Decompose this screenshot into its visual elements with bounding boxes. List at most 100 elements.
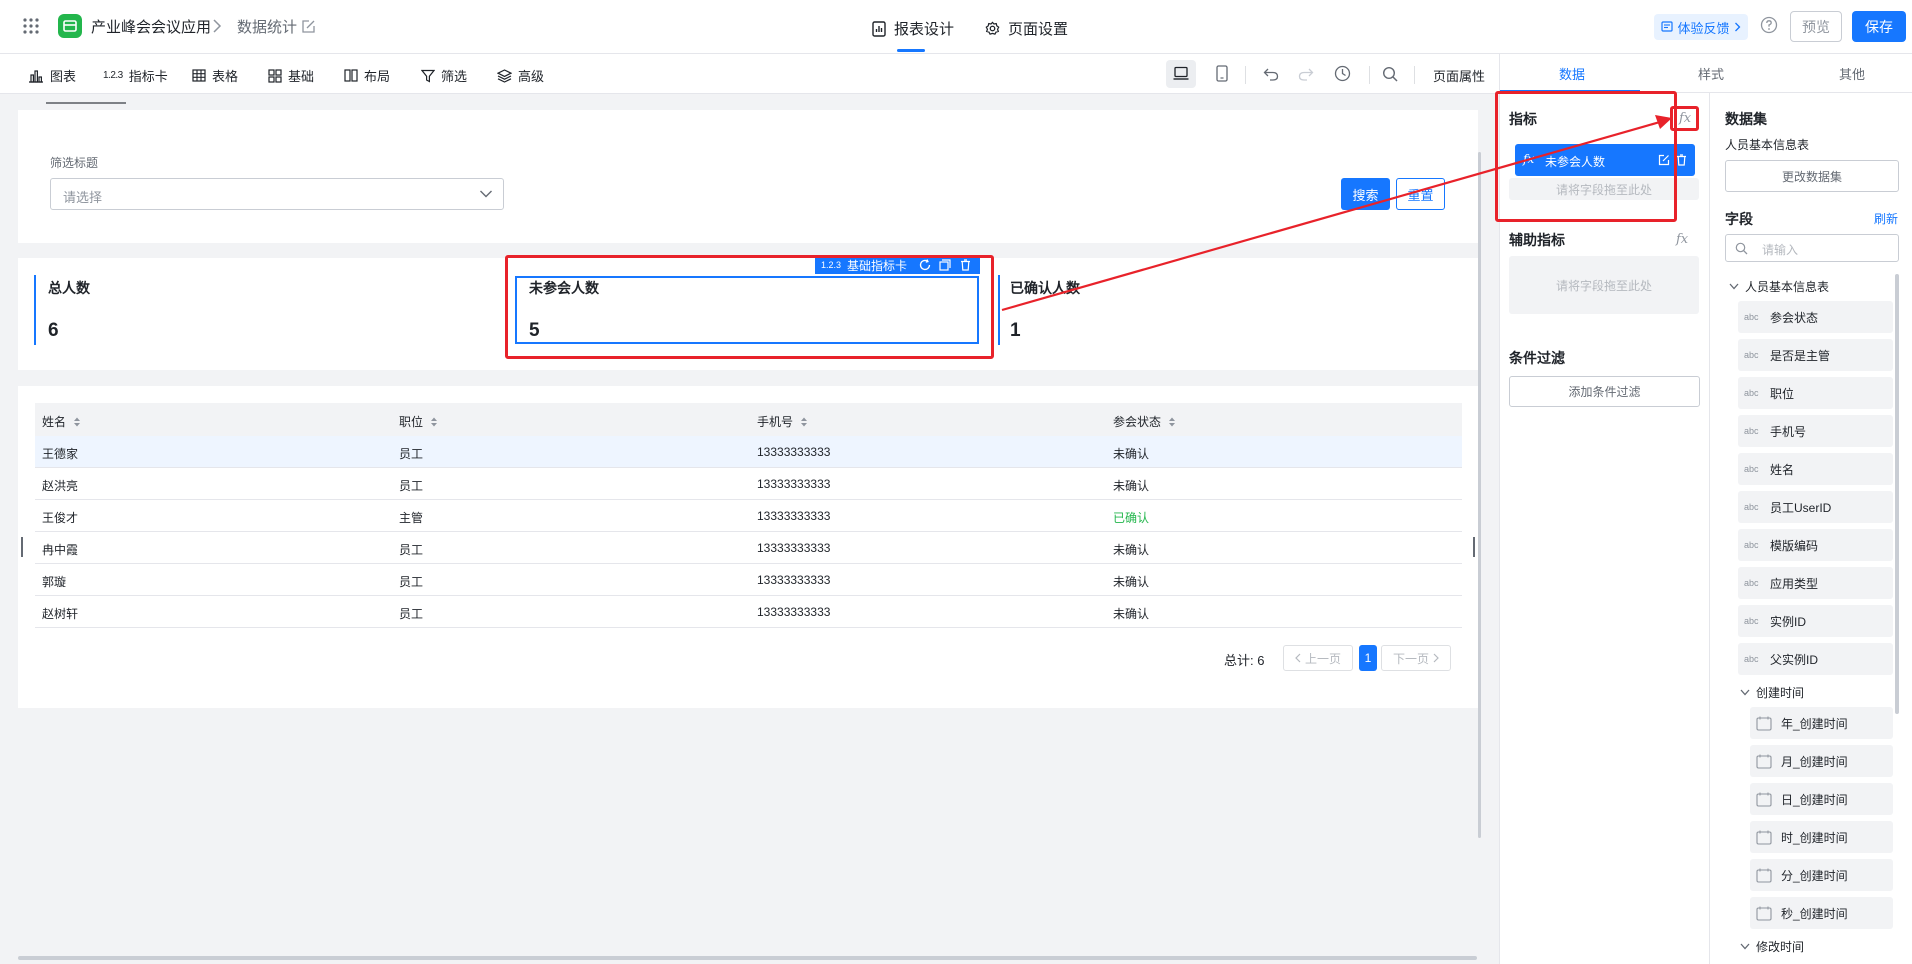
preview-button[interactable]: 预览: [1790, 11, 1842, 42]
redo-icon[interactable]: [1298, 67, 1314, 81]
prev-page-label: 上一页: [1304, 651, 1341, 666]
undo-icon[interactable]: [1263, 67, 1279, 81]
toolbar-divider: [1369, 66, 1370, 84]
apps-grid-icon[interactable]: [22, 17, 40, 35]
page-number-current[interactable]: 1: [1359, 645, 1377, 671]
created-time-group[interactable]: 创建时间: [1740, 684, 1804, 701]
sort-icon[interactable]: [430, 416, 438, 428]
history-icon[interactable]: [1334, 65, 1351, 82]
page-name[interactable]: 数据统计: [237, 16, 297, 37]
filter-card[interactable]: [18, 110, 1478, 243]
save-button[interactable]: 保存: [1852, 11, 1906, 42]
field-item[interactable]: abc 员工UserID: [1738, 491, 1893, 523]
date-field-label: 时_创建时间: [1781, 830, 1848, 845]
table-row[interactable]: 赵树轩 员工 13333333333 未确认: [35, 596, 1462, 628]
toolbar-filter[interactable]: 筛选: [421, 66, 467, 85]
column-header-status[interactable]: 参会状态: [1113, 413, 1176, 430]
tree-root-label: 人员基本信息表: [1745, 280, 1830, 294]
aux-metric-drop-zone[interactable]: 请将字段拖至此处: [1509, 256, 1699, 314]
tab-data[interactable]: 数据: [1559, 64, 1585, 83]
canvas-vertical-scrollbar[interactable]: [1478, 152, 1481, 838]
field-item[interactable]: abc 实例ID: [1738, 605, 1893, 637]
field-item[interactable]: abc 职位: [1738, 377, 1893, 409]
chevron-right-icon: [212, 19, 222, 33]
delete-icon[interactable]: [1676, 154, 1687, 166]
field-item[interactable]: abc 应用类型: [1738, 567, 1893, 599]
123-icon: 1.2.3: [103, 70, 123, 81]
search-icon[interactable]: [1382, 66, 1398, 82]
toolbar-chart[interactable]: 图表: [28, 66, 76, 85]
help-icon[interactable]: [1760, 16, 1778, 34]
kpi-accent-bar: [998, 275, 1000, 345]
date-field-item[interactable]: 时_创建时间: [1750, 821, 1893, 853]
toolbar-advanced[interactable]: 高级: [497, 66, 544, 85]
search-button[interactable]: 搜索: [1341, 178, 1390, 210]
field-item[interactable]: abc 父实例ID: [1738, 643, 1893, 675]
column-header-label: 手机号: [757, 415, 794, 429]
field-item[interactable]: abc 参会状态: [1738, 301, 1893, 333]
date-field-item[interactable]: 秒_创建时间: [1750, 897, 1893, 929]
date-field-item[interactable]: 年_创建时间: [1750, 707, 1893, 739]
change-dataset-button[interactable]: 更改数据集: [1725, 160, 1899, 192]
toolbar-table[interactable]: 表格: [192, 66, 238, 85]
bar-chart-icon: [29, 69, 43, 83]
table-cell: 员工: [399, 575, 424, 589]
prev-page-button[interactable]: 上一页: [1283, 645, 1353, 671]
toolbar-layout[interactable]: 布局: [344, 66, 390, 85]
mobile-icon[interactable]: [1216, 65, 1228, 82]
canvas-horizontal-scrollbar[interactable]: [18, 956, 1477, 960]
table-row[interactable]: 郭璇 员工 13333333333 未确认: [35, 564, 1462, 596]
resize-handle-left[interactable]: [21, 537, 23, 557]
field-label: 手机号: [1770, 424, 1807, 439]
tree-root-node[interactable]: 人员基本信息表: [1729, 278, 1829, 295]
toolbar-divider: [1414, 66, 1415, 84]
created-time-label: 创建时间: [1756, 686, 1805, 700]
field-search-input[interactable]: 请输入: [1725, 234, 1899, 262]
edit-icon[interactable]: [301, 19, 316, 34]
sort-icon[interactable]: [73, 416, 81, 428]
field-item[interactable]: abc 手机号: [1738, 415, 1893, 447]
column-header-name[interactable]: 姓名: [42, 413, 81, 430]
field-search-placeholder: 请输入: [1762, 243, 1799, 257]
tab-other[interactable]: 其他: [1839, 64, 1865, 83]
modified-time-group[interactable]: 修改时间: [1740, 938, 1804, 955]
date-field-item[interactable]: 月_创建时间: [1750, 745, 1893, 777]
date-field-item[interactable]: 分_创建时间: [1750, 859, 1893, 891]
panel-scrollbar[interactable]: [1895, 274, 1899, 714]
date-field-item[interactable]: 日_创建时间: [1750, 783, 1893, 815]
table-row[interactable]: 赵洪亮 员工 13333333333 未确认: [35, 468, 1462, 500]
sort-icon[interactable]: [800, 416, 808, 428]
formula-icon[interactable]: fx: [1676, 232, 1688, 247]
resize-handle-right[interactable]: [1473, 537, 1475, 557]
toolbar-metric-card[interactable]: 1.2.3 指标卡: [103, 66, 168, 85]
text-type-icon: abc: [1744, 426, 1759, 436]
field-item[interactable]: abc 是否是主管: [1738, 339, 1893, 371]
sort-icon[interactable]: [1168, 416, 1176, 428]
field-item[interactable]: abc 姓名: [1738, 453, 1893, 485]
column-header-position[interactable]: 职位: [399, 413, 438, 430]
text-type-icon: abc: [1744, 388, 1759, 398]
page-properties-button[interactable]: 页面属性: [1433, 66, 1485, 85]
layout-icon: [344, 69, 358, 82]
refresh-link[interactable]: 刷新: [1874, 210, 1898, 227]
add-filter-button[interactable]: 添加条件过滤: [1509, 376, 1700, 407]
reset-button[interactable]: 重置: [1396, 178, 1445, 210]
field-label: 模版编码: [1770, 538, 1819, 553]
text-type-icon: abc: [1744, 616, 1759, 626]
table-row[interactable]: 王德家 员工 13333333333 未确认: [35, 436, 1462, 468]
calendar-icon: [1756, 792, 1772, 807]
tab-page-settings-label: 页面设置: [1008, 21, 1069, 38]
app-name[interactable]: 产业峰会会议应用: [91, 16, 211, 37]
desktop-icon[interactable]: [1173, 66, 1189, 81]
filter-select[interactable]: 请选择: [50, 178, 504, 210]
table-row[interactable]: 王俊才 主管 13333333333 已确认: [35, 500, 1462, 532]
tab-style[interactable]: 样式: [1698, 64, 1724, 83]
tab-report-design[interactable]: 报表设计: [872, 18, 954, 39]
table-row[interactable]: 冉中霞 员工 13333333333 未确认: [35, 532, 1462, 564]
field-item[interactable]: abc 模版编码: [1738, 529, 1893, 561]
next-page-button[interactable]: 下一页: [1381, 645, 1451, 671]
feedback-button[interactable]: 体验反馈: [1654, 14, 1748, 40]
toolbar-basic[interactable]: 基础: [268, 66, 314, 85]
tab-page-settings[interactable]: 页面设置: [985, 18, 1068, 39]
column-header-phone[interactable]: 手机号: [757, 413, 808, 430]
